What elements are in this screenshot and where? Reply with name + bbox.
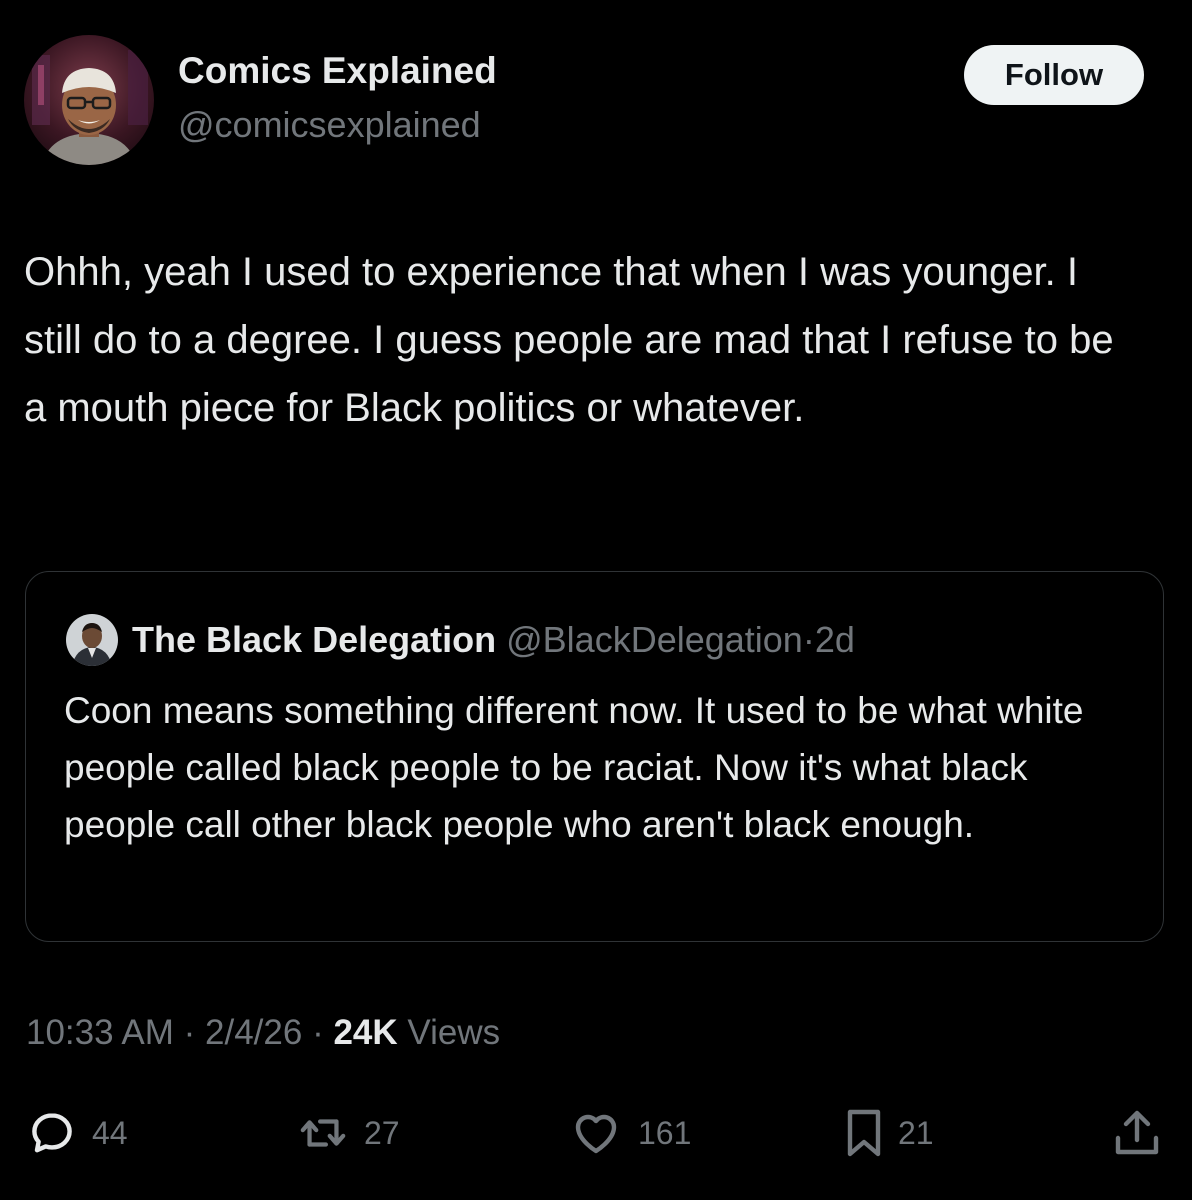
meta-separator: · xyxy=(183,1013,196,1052)
reply-icon xyxy=(32,1113,72,1153)
repost-count: 27 xyxy=(364,1114,400,1151)
tweet-time[interactable]: 10:33 AM xyxy=(26,1013,174,1052)
tweet-text: Ohhh, yeah I used to experience that whe… xyxy=(24,250,1114,430)
share-icon xyxy=(1115,1110,1159,1155)
like-count: 161 xyxy=(638,1114,692,1151)
quote-age: 2d xyxy=(814,619,855,660)
share-button[interactable] xyxy=(1114,1108,1160,1158)
quote-author-display-name[interactable]: The Black Delegation xyxy=(132,619,496,660)
author-display-name[interactable]: Comics Explained xyxy=(178,50,497,92)
repost-button[interactable]: 27 xyxy=(298,1108,400,1158)
tweet-date[interactable]: 2/4/26 xyxy=(205,1013,302,1052)
bookmark-icon xyxy=(847,1109,881,1157)
quote-author-avatar[interactable] xyxy=(66,614,118,666)
author-avatar[interactable] xyxy=(24,35,154,165)
meta-separator: · xyxy=(312,1013,324,1052)
quote-author-avatar-image xyxy=(66,614,118,666)
follow-button[interactable]: Follow xyxy=(964,45,1144,105)
views-count: 24K xyxy=(333,1013,398,1052)
quote-header: The Black Delegation @BlackDelegation·2d xyxy=(132,615,855,665)
quote-text: Coon means something different now. It u… xyxy=(64,690,1084,845)
reply-button[interactable]: 44 xyxy=(28,1108,128,1158)
tweet-meta: 10:33 AM · 2/4/26 · 24K Views xyxy=(26,1013,500,1053)
like-button[interactable]: 161 xyxy=(570,1108,691,1158)
author-avatar-image xyxy=(24,35,154,165)
views-label: Views xyxy=(407,1013,501,1052)
quoted-tweet-card[interactable]: The Black Delegation @BlackDelegation·2d… xyxy=(25,571,1164,942)
like-icon xyxy=(575,1114,617,1154)
quote-author-handle[interactable]: @BlackDelegation xyxy=(506,619,803,660)
quote-separator: · xyxy=(802,619,815,660)
bookmark-count: 21 xyxy=(898,1114,934,1151)
bookmark-button[interactable]: 21 xyxy=(846,1108,934,1158)
author-handle[interactable]: @comicsexplained xyxy=(178,104,481,146)
reply-count: 44 xyxy=(92,1114,128,1151)
repost-icon xyxy=(300,1119,346,1147)
